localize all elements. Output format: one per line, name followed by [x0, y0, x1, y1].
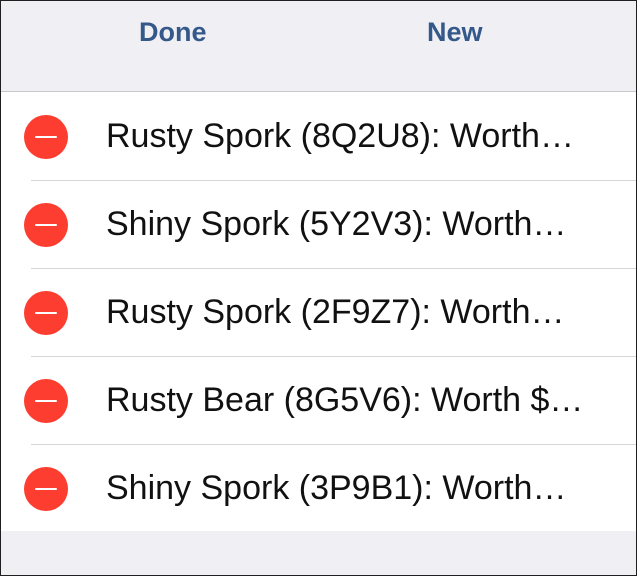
list-item[interactable]: Rusty Bear (8G5V6): Worth $… — [1, 356, 636, 444]
delete-icon[interactable] — [24, 291, 68, 335]
app-window: Done New Rusty Spork (8Q2U8): Worth… Shi… — [0, 0, 637, 576]
list-item-label: Shiny Spork (5Y2V3): Worth… — [106, 205, 567, 243]
delete-icon[interactable] — [24, 467, 68, 511]
list-item-label: Rusty Spork (2F9Z7): Worth… — [106, 293, 565, 331]
empty-footer-area — [1, 531, 636, 575]
delete-icon[interactable] — [24, 115, 68, 159]
new-button[interactable]: New — [427, 13, 483, 51]
list-item-label: Rusty Bear (8G5V6): Worth $… — [106, 381, 584, 419]
item-list: Rusty Spork (8Q2U8): Worth… Shiny Spork … — [1, 91, 636, 533]
toolbar: Done New — [1, 1, 636, 91]
list-item[interactable]: Shiny Spork (3P9B1): Worth… — [1, 444, 636, 532]
list-item[interactable]: Rusty Spork (2F9Z7): Worth… — [1, 268, 636, 356]
list-item-label: Shiny Spork (3P9B1): Worth… — [106, 469, 567, 507]
list-item[interactable]: Shiny Spork (5Y2V3): Worth… — [1, 180, 636, 268]
done-button[interactable]: Done — [139, 13, 207, 51]
list-item[interactable]: Rusty Spork (8Q2U8): Worth… — [1, 92, 636, 180]
list-item-label: Rusty Spork (8Q2U8): Worth… — [106, 117, 574, 155]
delete-icon[interactable] — [24, 203, 68, 247]
delete-icon[interactable] — [24, 379, 68, 423]
